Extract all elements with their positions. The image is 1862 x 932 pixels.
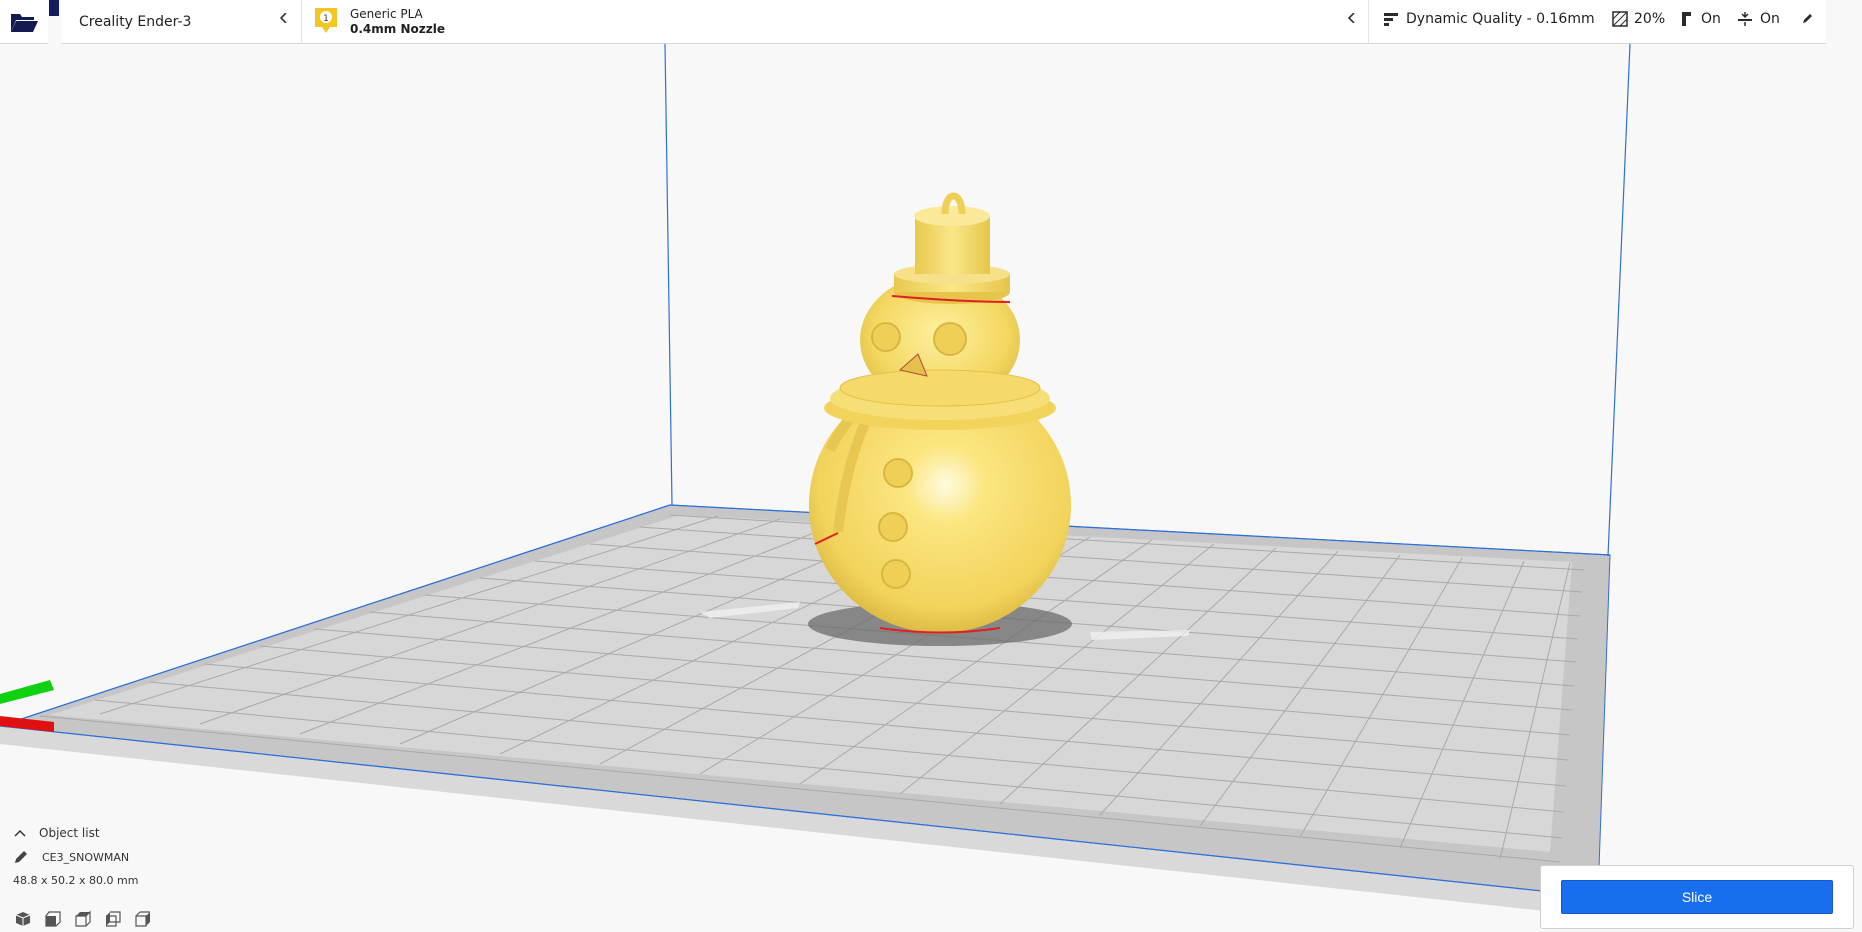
view-left-icon[interactable] [104,910,122,928]
folder-open-icon [11,13,38,32]
view-front-icon[interactable] [44,910,62,928]
object-name-row[interactable]: CE3_SNOWMAN [14,850,129,864]
printer-selector[interactable]: Creality Ender-3 [61,0,302,44]
snowman-model[interactable] [809,192,1071,634]
object-dimensions: 48.8 x 50.2 x 80.0 mm [13,874,139,887]
adhesion-icon [1737,0,1753,37]
svg-text:1: 1 [323,14,329,24]
object-list-header: Object list [39,826,100,840]
object-list-toggle[interactable]: Object list [14,826,100,840]
printer-name: Creality Ender-3 [79,13,192,30]
print-settings-selector[interactable]: Dynamic Quality - 0.16mm 20% On On [1369,0,1826,44]
material-name: Generic PLA [350,7,423,21]
object-dimensions-row: 48.8 x 50.2 x 80.0 mm [13,874,138,887]
support-value: On [1701,10,1721,27]
profile-icon [1383,0,1399,37]
axis-indicator [0,680,54,732]
top-toolbar: Creality Ender-3 1 Generic PLA 0.4mm Noz… [0,0,1826,44]
infill-value: 20% [1634,10,1666,27]
edit-pencil-icon[interactable] [1801,0,1814,37]
chevron-up-icon [14,829,26,837]
infill-icon [1612,0,1628,37]
view-right-icon[interactable] [134,910,152,928]
chevron-left-icon [1347,13,1355,23]
object-name: CE3_SNOWMAN [42,850,130,864]
material-selector[interactable]: 1 Generic PLA 0.4mm Nozzle [302,0,1369,44]
chevron-left-icon [279,13,287,23]
nozzle-size: 0.4mm Nozzle [350,22,445,36]
support-icon [1678,0,1694,37]
3d-viewport[interactable] [0,0,1862,932]
accent-strip [49,0,59,16]
open-file-button[interactable] [0,0,48,44]
adhesion-value: On [1760,10,1780,27]
view-3d-icon[interactable] [14,910,32,928]
slice-button[interactable]: Slice [1561,880,1833,914]
extruder-badge-icon: 1 [315,8,337,33]
cura-app: Creality Ender-3 1 Generic PLA 0.4mm Noz… [0,0,1862,932]
profile-name: Dynamic Quality - 0.16mm [1406,10,1595,27]
edit-pencil-icon [15,851,27,863]
view-orientation-buttons [14,910,152,928]
action-panel: Slice [1540,865,1854,929]
view-top-icon[interactable] [74,910,92,928]
